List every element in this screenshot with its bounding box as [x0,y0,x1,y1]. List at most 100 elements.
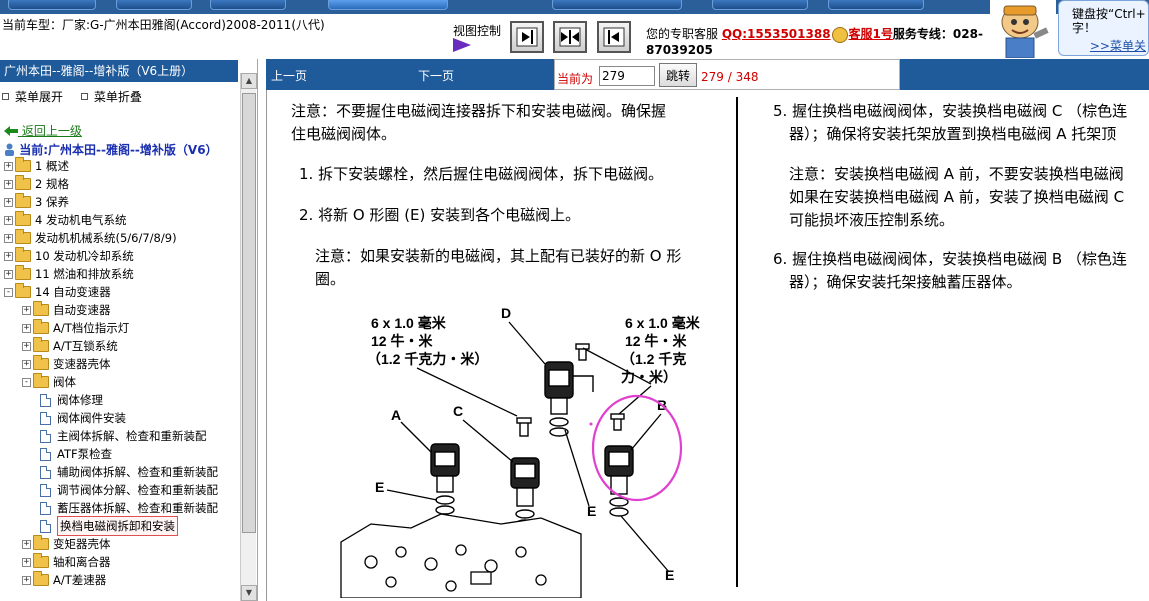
torque-right-line2: 12 牛・米 [625,333,687,349]
expand-toggle-icon[interactable]: + [4,161,13,171]
view-control-label: 视图控制 [453,24,502,38]
step-5: 5. 握住换档电磁阀阀体，安装换档电磁阀 C （棕色连 器）；确保将安装托架放置… [773,100,1127,146]
collapse-toggle-icon[interactable]: - [22,377,31,387]
top-tab-button-active[interactable] [328,0,448,10]
tree-folder-item[interactable]: + 变矩器壳体 [22,535,111,553]
scroll-up-icon[interactable]: ▲ [241,73,257,89]
tree-folder-item[interactable]: +2 规格 [4,175,69,193]
tree-item-label: 换档电磁阀拆卸和安装 [57,516,178,536]
folder-icon [15,175,31,190]
torque-right-line1: 6 x 1.0 毫米 [625,315,701,331]
tip-close-menu-link[interactable]: >>菜单关 [1090,39,1146,53]
qq-penguin-icon[interactable] [831,26,848,43]
menu-collapse-label: 菜单折叠 [93,90,142,104]
expand-toggle-icon[interactable]: + [22,557,31,567]
expand-toggle-icon[interactable]: + [4,269,13,279]
prev-page-link[interactable]: 上一页 [271,67,307,84]
tree-doc-item[interactable]: 调节阀体分解、检查和重新装配 [40,481,218,499]
view-left-pane-icon [516,27,538,47]
expand-toggle-icon[interactable]: + [4,215,13,225]
menu-expand-button[interactable]: 菜单展开 [2,90,63,104]
tree-folder-item[interactable]: +1 概述 [4,157,69,175]
service-prefix: 您的专职客服 [646,27,719,41]
tree-doc-item[interactable]: 阀体阀件安装 [40,409,126,427]
expand-toggle-icon[interactable]: + [22,359,31,369]
tree-item-label: 变矩器壳体 [53,537,111,551]
torque-left-line2: 12 牛・米 [371,333,433,349]
document-icon [40,519,51,533]
label-a: A [391,407,401,423]
document-icon [40,429,51,443]
tree-doc-item[interactable]: 主阀体拆解、检查和重新装配 [40,427,207,445]
top-tab-button[interactable] [8,0,96,10]
tree-folder-item[interactable]: +10 发动机冷却系统 [4,247,134,265]
expand-toggle-icon[interactable]: + [4,233,13,243]
tree-doc-item[interactable]: 蓄压器体拆解、检查和重新装配 [40,499,218,517]
expand-toggle-icon[interactable]: + [4,179,13,189]
tree-folder-item[interactable]: + A/T互锁系统 [22,337,118,355]
top-tab-button[interactable] [210,0,286,10]
folder-icon [15,283,31,298]
scroll-thumb[interactable] [242,93,256,533]
note-3-line2: 如果在安装换档电磁阀 A 前，安装了换档电磁阀 C [789,188,1125,206]
expand-toggle-icon[interactable]: + [22,305,31,315]
top-tab-button[interactable] [828,0,924,10]
tree-folder-item[interactable]: + 轴和离合器 [22,553,111,571]
tree-folder-item[interactable]: + 发动机机械系统(5/6/7/8/9) [4,229,177,247]
tree-folder-item[interactable]: +3 保养 [4,193,69,211]
tree-item-label: 阀体修理 [57,393,103,407]
expand-toggle-icon[interactable]: + [22,575,31,585]
expand-toggle-icon[interactable]: + [4,197,13,207]
expand-toggle-icon[interactable]: + [22,323,31,333]
collapse-toggle-icon[interactable]: - [4,287,13,297]
tree-item-label: 变速器壳体 [53,357,111,371]
solenoid-c [510,417,540,529]
tree-doc-item[interactable]: 阀体修理 [40,391,103,409]
folder-icon [15,193,31,208]
view-right-pane-icon [603,27,625,47]
tree-folder-item[interactable]: + 变速器壳体 [22,355,111,373]
goto-page-button[interactable]: 跳转 [659,63,697,87]
note-1: 注意：不要握住电磁阀连接器拆下和安装电磁阀。确保握 住电磁阀阀体。 [291,100,666,146]
tree-item-label: 自动变速器 [53,303,111,317]
back-link[interactable]: 返回上一级 [4,122,82,139]
person-icon [5,143,14,156]
folder-icon [33,319,49,334]
view-right-pane-button[interactable] [597,21,631,53]
tip-line1: 键盘按“Ctrl+ [1072,7,1146,21]
note-1-line2: 住电磁阀阀体。 [291,125,397,143]
top-tab-button[interactable] [552,0,682,10]
sidebar-scrollbar[interactable]: ▲ ▼ [240,73,257,601]
next-page-link[interactable]: 下一页 [418,67,454,84]
scroll-down-icon[interactable]: ▼ [241,585,257,601]
tree-folder-item[interactable]: - 阀体 [22,373,76,391]
menu-collapse-button[interactable]: 菜单折叠 [80,90,142,104]
tree-folder-item[interactable]: + 自动变速器 [22,301,111,319]
expand-toggle-icon[interactable]: + [22,539,31,549]
page-number-input[interactable] [599,66,655,86]
expand-toggle-icon[interactable]: + [22,341,31,351]
kefu-link[interactable]: 客服1号 [849,27,893,41]
tree-folder-item[interactable]: +4 发动机电气系统 [4,211,126,229]
expand-toggle-icon[interactable]: + [4,251,13,261]
tree-item-label: 2 规格 [35,177,69,191]
tree-folder-item[interactable]: + A/T差速器 [22,571,106,589]
tree-doc-item[interactable]: ATF泵检查 [40,445,112,463]
folder-icon [33,301,49,316]
view-left-pane-button[interactable] [510,21,544,53]
label-c: C [453,403,463,419]
tree-item-label: ATF泵检查 [57,447,113,461]
tree-item-label: A/T差速器 [53,573,107,587]
tree-folder-item[interactable]: + A/T档位指示灯 [22,319,129,337]
note-2-line2: 圈。 [315,270,346,288]
top-tab-button[interactable] [116,0,192,10]
tree-folder-item[interactable]: - 14 自动变速器 [4,283,111,301]
sidebar-title: 广州本田--雅阁--增补版（V6上册） [0,60,238,82]
view-split-pane-button[interactable] [553,21,587,53]
tree-doc-item[interactable]: 辅助阀体拆解、检查和重新装配 [40,463,218,481]
tree-folder-item[interactable]: +11 燃油和排放系统 [4,265,134,283]
folder-icon [15,247,31,262]
qq-link[interactable]: QQ:1553501388 [722,27,831,41]
top-tab-button[interactable] [712,0,808,10]
tree-doc-item[interactable]: 换档电磁阀拆卸和安装 [40,516,178,536]
